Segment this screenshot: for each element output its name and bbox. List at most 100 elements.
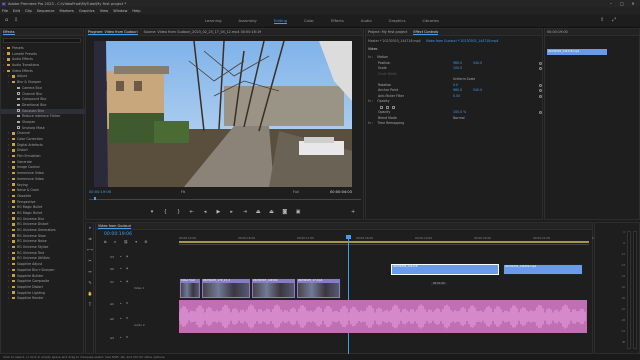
lift-icon[interactable]: ⏏ — [255, 209, 261, 215]
reset-parameter-icon[interactable] — [539, 111, 542, 114]
clip-selector[interactable]: Master * 20230303_144718.mp4 Video from … — [368, 39, 499, 43]
extract-icon[interactable]: ⏏ — [269, 209, 275, 215]
mark-in-icon[interactable]: { — [162, 209, 168, 215]
track-header-v3[interactable]: V3 🔒︎ ◉ — [96, 253, 188, 264]
step-forward-icon[interactable]: ▸ — [229, 209, 235, 215]
monitor-mini-timeline[interactable] — [89, 197, 361, 200]
reset-parameter-icon[interactable] — [539, 61, 542, 65]
zoom-fit-select[interactable]: Fit — [181, 190, 185, 194]
timeline-timecode[interactable]: 00:00:19:06 — [104, 232, 132, 237]
track-header-a1[interactable]: A1 🔒︎ M — [96, 300, 188, 314]
effect-clip-bar[interactable]: 20230303_144718.mp4 — [547, 49, 607, 55]
track-header-v1[interactable]: V1 Video 1 🔒︎ ◉ — [96, 278, 188, 299]
tab-effect-controls[interactable]: Effect Controls — [413, 30, 439, 35]
master-clip-label[interactable]: Master * 20230303_144718.mp4 — [368, 39, 421, 43]
lock-icon[interactable]: 🔒︎ — [120, 267, 121, 270]
lock-icon[interactable]: 🔒︎ — [120, 255, 121, 258]
tab-project[interactable]: Project: My first project — [368, 30, 407, 34]
go-to-in-icon[interactable]: ⇤ — [189, 209, 195, 215]
razor-tool-icon[interactable]: ✂ — [87, 258, 93, 264]
timeline-clip[interactable]: 20230303_144718 — [391, 264, 499, 275]
work-area-bar[interactable] — [179, 241, 589, 243]
menu-edit[interactable]: Edit — [13, 9, 20, 13]
timeline-settings-icon[interactable]: ⚙ — [144, 240, 147, 244]
audio-clip[interactable] — [179, 300, 587, 333]
pen-tool-icon[interactable]: ✎ — [87, 280, 93, 286]
timeline-clip[interactable]: 20230303_144809.mp4 — [503, 264, 583, 275]
tab-program[interactable]: Program: Video from Gudauri — [88, 30, 138, 35]
mute-icon[interactable]: M — [126, 317, 128, 320]
workspace-tab-learning[interactable]: Learning — [205, 18, 221, 24]
ripple-edit-tool-icon[interactable]: ⟷ — [87, 247, 93, 253]
workspace-tab-libraries[interactable]: Libraries — [422, 18, 438, 24]
eye-icon[interactable]: ◉ — [126, 255, 128, 258]
reset-parameter-icon[interactable] — [539, 83, 542, 87]
close-icon[interactable]: ✕ — [628, 0, 638, 7]
menu-markers[interactable]: Markers — [60, 9, 74, 13]
workspace-tab-editing[interactable]: Editing — [273, 18, 288, 24]
sequence-clip-label[interactable]: Video from Gudauri * 20230303_144718.mp4 — [426, 39, 499, 43]
disclosure-arrow-icon[interactable]: › — [3, 69, 6, 75]
tab-source[interactable]: Source: Video from Gudauri_2023_02_25_17… — [144, 30, 262, 34]
track-select-tool-icon[interactable]: ⇉ — [87, 236, 93, 242]
workspace-tab-assembly[interactable]: Assembly — [238, 18, 256, 24]
menu-view[interactable]: View — [100, 9, 109, 13]
step-back-icon[interactable]: ◂ — [202, 209, 208, 215]
compare-view-icon[interactable]: ▣ — [295, 209, 301, 215]
tab-effects[interactable]: Effects — [3, 30, 15, 35]
play-icon[interactable]: ▶ — [215, 209, 221, 215]
workspace-tab-color[interactable]: Color — [304, 18, 314, 24]
mute-icon[interactable]: M — [126, 302, 128, 305]
time-ruler[interactable]: 00:00:15:00 00:00:16:00 00:00:17:00 00:00:1… — [179, 232, 609, 245]
workspace-tab-effects[interactable]: Effects — [331, 18, 344, 24]
lock-icon[interactable]: 🔒︎ — [120, 336, 121, 339]
add-button-icon[interactable]: + — [351, 209, 355, 215]
lock-icon[interactable]: 🔒︎ — [120, 317, 121, 320]
menu-sequence[interactable]: Sequence — [37, 9, 55, 13]
home-icon[interactable]: ⌂ — [5, 17, 8, 23]
playhead-timecode[interactable]: 00:00:19:06 — [89, 190, 111, 194]
import-icon[interactable]: ⇩ — [14, 17, 18, 23]
track-header-v2[interactable]: V2 🔒︎ ◉ — [96, 265, 188, 277]
effects-list-item[interactable]: › Sapphire Render — [1, 296, 85, 302]
fx-toggle-icon[interactable]: fx › — [368, 121, 373, 125]
fx-toggle-icon[interactable]: fx › — [368, 55, 373, 59]
workspace-tab-audio[interactable]: Audio — [361, 18, 372, 24]
menu-clip[interactable]: Clip — [25, 9, 32, 13]
track-header-a2[interactable]: A2 Audio 2 🔒︎ M — [96, 315, 188, 333]
reset-parameter-icon[interactable] — [539, 89, 542, 92]
slip-tool-icon[interactable]: ↔ — [87, 269, 93, 275]
effects-search-input[interactable] — [3, 38, 81, 43]
reset-parameter-icon[interactable] — [539, 67, 542, 70]
lock-icon[interactable]: 🔒︎ — [120, 280, 121, 283]
pen-mask-icon[interactable] — [392, 105, 395, 109]
minimize-icon[interactable]: – — [606, 0, 616, 7]
add-marker-timeline-icon[interactable]: ▾ — [135, 240, 137, 244]
linked-selection-icon[interactable]: ⛓ — [124, 240, 129, 244]
menu-window[interactable]: Window — [113, 9, 127, 13]
timeline-clip[interactable]: Video from — [179, 278, 201, 299]
playback-resolution-select[interactable]: Full — [293, 190, 299, 194]
ellipse-mask-icon[interactable] — [380, 105, 383, 109]
lock-icon[interactable]: 🔒︎ — [120, 302, 121, 305]
menu-graphics[interactable]: Graphics — [79, 9, 95, 13]
quick-export-icon[interactable]: ⇪ — [600, 17, 604, 23]
monitor-playhead[interactable] — [94, 197, 96, 200]
workspace-tab-graphics[interactable]: Graphics — [389, 18, 406, 24]
disclosure-arrow-icon[interactable]: › — [8, 80, 11, 86]
mute-icon[interactable]: M — [126, 336, 128, 339]
menu-help[interactable]: Help — [132, 9, 140, 13]
nest-icon[interactable]: ⧉ — [104, 240, 107, 244]
track-header-a3[interactable]: A3 🔒︎ M — [96, 334, 188, 346]
add-marker-icon[interactable]: ▾ — [149, 209, 155, 215]
eye-icon[interactable]: ◉ — [126, 280, 128, 283]
menu-file[interactable]: File — [2, 9, 8, 13]
reset-parameter-icon[interactable] — [539, 94, 542, 98]
snap-icon[interactable]: ∩ — [114, 240, 117, 244]
timeline-clip[interactable]: 20230225_170_12_2 — [201, 278, 251, 299]
share-icon[interactable]: ⤢ — [612, 17, 616, 23]
disclosure-arrow-icon[interactable]: › — [8, 296, 11, 302]
timeline-clip[interactable]: 20230303_144540 — [251, 278, 296, 299]
timeline-clip[interactable]: 20230225_17.mp4 — [296, 278, 341, 299]
maximize-icon[interactable]: □ — [617, 0, 627, 7]
